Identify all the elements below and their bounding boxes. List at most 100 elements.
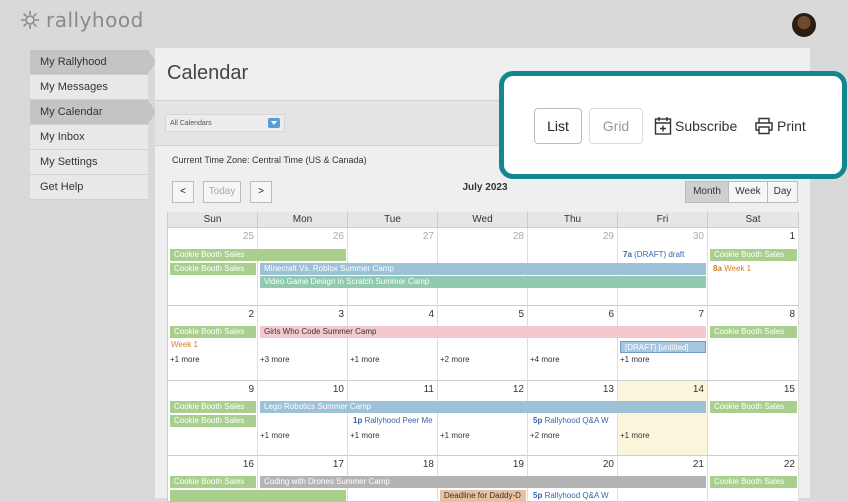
day-number: 22 [783,459,795,470]
event-cookie-booth[interactable]: Cookie Booth Sales [170,326,256,338]
event-video-game-camp[interactable]: Video Game Design in Scratch Summer Camp [260,276,706,288]
event-cookie-booth[interactable]: Cookie Booth Sales [710,401,797,413]
day-number: 18 [422,459,434,470]
event-girls-who-code[interactable]: Girls Who Code Summer Camp [260,326,706,338]
day-cell[interactable]: 6 [528,306,618,381]
gear-logo-icon [21,11,39,29]
day-number: 1 [789,231,795,242]
day-number: 20 [602,459,614,470]
day-view-button[interactable]: Day [767,181,798,203]
event-qa[interactable]: 5p Rallyhood Q&A W [530,490,616,502]
sidebar-item-my-inbox[interactable]: My Inbox [30,125,148,150]
event-minecraft-camp[interactable]: Minecraft Vs. Roblox Summer Camp [260,263,706,275]
day-number: 29 [602,231,614,242]
print-button[interactable]: Print [754,114,806,138]
event-deadline[interactable]: Deadline for Daddy-D [440,490,526,502]
day-number: 30 [692,231,704,242]
day-number: 21 [692,459,704,470]
day-header-fri: Fri [618,212,708,228]
more-link[interactable]: +2 more [440,355,470,364]
list-view-button[interactable]: List [534,108,582,144]
day-cell-today[interactable]: 14 [618,381,708,456]
day-number: 15 [783,384,795,395]
event-week-1[interactable]: Week 1 [168,339,254,351]
day-number: 17 [332,459,344,470]
day-cell[interactable]: 3 [258,306,348,381]
event-cookie-booth[interactable]: Cookie Booth Sales [170,476,256,488]
event-peer-meeting[interactable]: 1p Rallyhood Peer Me [350,415,436,427]
day-cell[interactable]: 12 [438,381,528,456]
event-cookie-booth[interactable]: Cookie Booth Sales [710,249,797,261]
more-link[interactable]: +1 more [620,431,650,440]
day-cell[interactable]: 5 [438,306,528,381]
event-label: Rallyhood Q&A W [544,491,609,500]
month-view-button[interactable]: Month [685,181,729,203]
event-cookie-booth[interactable] [170,490,346,502]
event-cookie-booth[interactable]: Cookie Booth Sales [170,415,256,427]
day-cell[interactable]: 4 [348,306,438,381]
sidebar-item-my-messages[interactable]: My Messages [30,75,148,100]
sidebar-item-my-calendar[interactable]: My Calendar [30,100,156,125]
day-number: 27 [422,231,434,242]
day-number: 28 [512,231,524,242]
day-header-tue: Tue [348,212,438,228]
event-cookie-booth[interactable]: Cookie Booth Sales [170,263,256,275]
day-number: 3 [338,309,344,320]
more-link[interactable]: +1 more [170,355,200,364]
day-number: 7 [698,309,704,320]
day-cell[interactable]: 10 [258,381,348,456]
sidebar-item-get-help[interactable]: Get Help [30,175,148,200]
event-cookie-booth[interactable]: Cookie Booth Sales [710,476,797,488]
more-link[interactable]: +4 more [530,355,560,364]
day-number: 12 [512,384,524,395]
grid-view-button[interactable]: Grid [589,108,643,144]
subscribe-button[interactable]: Subscribe [654,114,737,138]
more-link[interactable]: +1 more [260,431,290,440]
month-label: July 2023 [462,182,508,193]
event-draft-untitled[interactable]: [DRAFT] [untitled] [620,341,706,353]
sidebar-item-my-rallyhood[interactable]: My Rallyhood [30,50,156,75]
event-week-1[interactable]: 8a Week 1 [710,263,797,275]
more-link[interactable]: +1 more [350,431,380,440]
prev-month-button[interactable]: < [172,181,194,203]
view-options-popup: List Grid Subscribe Print [499,71,847,179]
event-qa[interactable]: 5p Rallyhood Q&A W [530,415,616,427]
day-number: 2 [248,309,254,320]
event-draft[interactable]: 7a (DRAFT) draft [620,249,706,261]
calendar-grid: Sun Mon Tue Wed Thu Fri Sat 25 26 27 28 … [167,212,799,502]
avatar[interactable] [792,13,816,37]
event-cookie-booth[interactable]: Cookie Booth Sales [710,326,797,338]
calendar-select[interactable]: All Calendars [165,114,285,132]
day-number: 26 [332,231,344,242]
sidebar-item-my-settings[interactable]: My Settings [30,150,148,175]
event-coding-drones[interactable]: Coding with Drones Summer Camp [260,476,706,488]
day-number: 9 [248,384,254,395]
more-link[interactable]: +1 more [440,431,470,440]
next-month-button[interactable]: > [250,181,272,203]
day-number: 14 [692,384,704,395]
event-cookie-booth[interactable]: Cookie Booth Sales [170,401,256,413]
event-label: (DRAFT) draft [634,250,685,259]
more-link[interactable]: +1 more [350,355,380,364]
day-number: 5 [518,309,524,320]
day-header-sun: Sun [168,212,258,228]
event-lego-robotics[interactable]: Lego Robotics Summer Camp [260,401,706,413]
printer-icon [755,117,773,135]
page-title: Calendar [167,62,249,84]
logo[interactable]: rallyhood [20,8,144,32]
more-link[interactable]: +1 more [620,355,650,364]
event-label: Rallyhood Peer Me [364,416,433,425]
more-link[interactable]: +2 more [530,431,560,440]
chevron-down-icon [268,118,280,128]
event-time: 5p [533,416,543,425]
event-time: 1p [353,416,363,425]
week-view-button[interactable]: Week [728,181,768,203]
event-time: 8a [713,264,722,273]
day-cell[interactable]: 8 [708,306,799,381]
day-header-thu: Thu [528,212,618,228]
today-button[interactable]: Today [203,181,241,203]
more-link[interactable]: +3 more [260,355,290,364]
top-bar: rallyhood [0,0,848,42]
event-cookie-booth[interactable]: Cookie Booth Sales [170,249,346,261]
day-cell[interactable]: 15 [708,381,799,456]
